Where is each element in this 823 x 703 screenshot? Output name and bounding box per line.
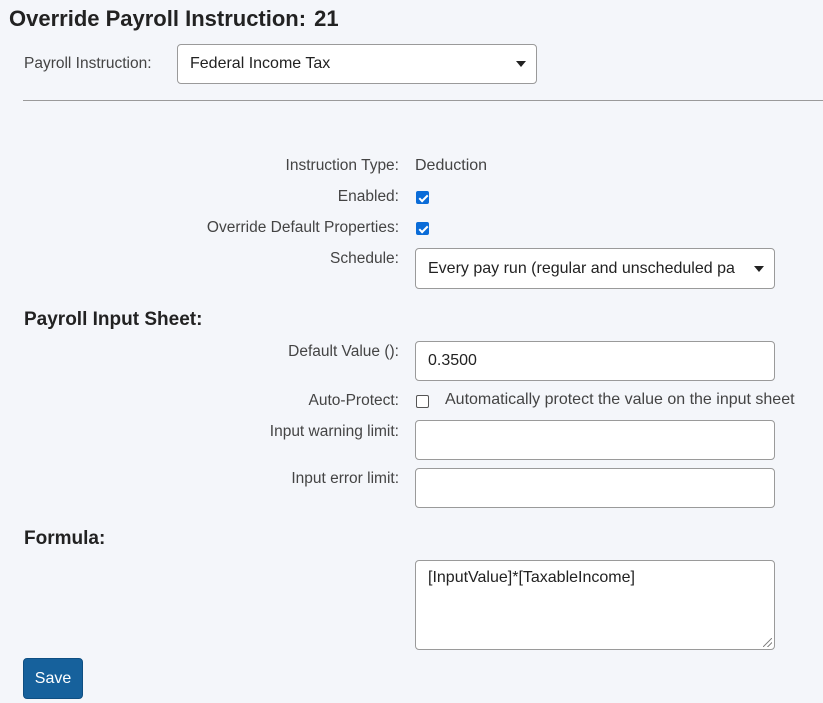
save-button[interactable]: Save (23, 658, 83, 699)
formula-textarea[interactable]: [InputValue]*[TaxableIncome] (415, 560, 775, 650)
caret-down-icon (516, 61, 526, 67)
input-error-limit-label: Input error limit: (291, 470, 399, 487)
payroll-instruction-selected: Federal Income Tax (190, 55, 331, 72)
payroll-instruction-label: Payroll Instruction: (24, 55, 152, 72)
page-title-text: Override Payroll Instruction: (9, 6, 307, 31)
override-default-properties-checkbox[interactable] (416, 222, 429, 235)
page-title: Override Payroll Instruction: 21 (9, 6, 339, 32)
formula-heading: Formula: (24, 528, 106, 549)
caret-down-icon (754, 265, 764, 272)
schedule-label: Schedule: (330, 250, 399, 267)
input-error-limit-input[interactable] (415, 468, 775, 508)
formula-text: [InputValue]*[TaxableIncome] (428, 569, 635, 586)
default-value-label: Default Value (): (288, 343, 399, 360)
schedule-select[interactable]: Every pay run (regular and unscheduled p… (415, 248, 775, 289)
auto-protect-label: Auto-Protect: (308, 392, 399, 409)
input-warning-limit-input[interactable] (415, 420, 775, 460)
instruction-number: 21 (314, 6, 339, 31)
input-warning-limit-label: Input warning limit: (269, 423, 399, 440)
auto-protect-description: Automatically protect the value on the i… (445, 391, 795, 408)
enabled-label: Enabled: (337, 188, 399, 205)
payroll-input-sheet-heading: Payroll Input Sheet: (24, 309, 203, 330)
enabled-checkbox[interactable] (416, 191, 429, 204)
default-value-input[interactable]: 0.3500 (415, 341, 775, 381)
payroll-instruction-select[interactable]: Federal Income Tax (177, 44, 537, 84)
override-default-properties-label: Override Default Properties: (206, 219, 399, 236)
header-divider (23, 100, 823, 101)
default-value-text: 0.3500 (428, 352, 477, 369)
instruction-type-value: Deduction (415, 157, 488, 174)
schedule-selected: Every pay run (regular and unscheduled p… (428, 259, 735, 277)
auto-protect-checkbox[interactable] (416, 395, 429, 408)
resize-handle-icon[interactable] (763, 638, 772, 647)
instruction-type-label: Instruction Type: (285, 157, 399, 174)
override-payroll-instruction-page: Override Payroll Instruction: 21 Payroll … (0, 0, 823, 703)
